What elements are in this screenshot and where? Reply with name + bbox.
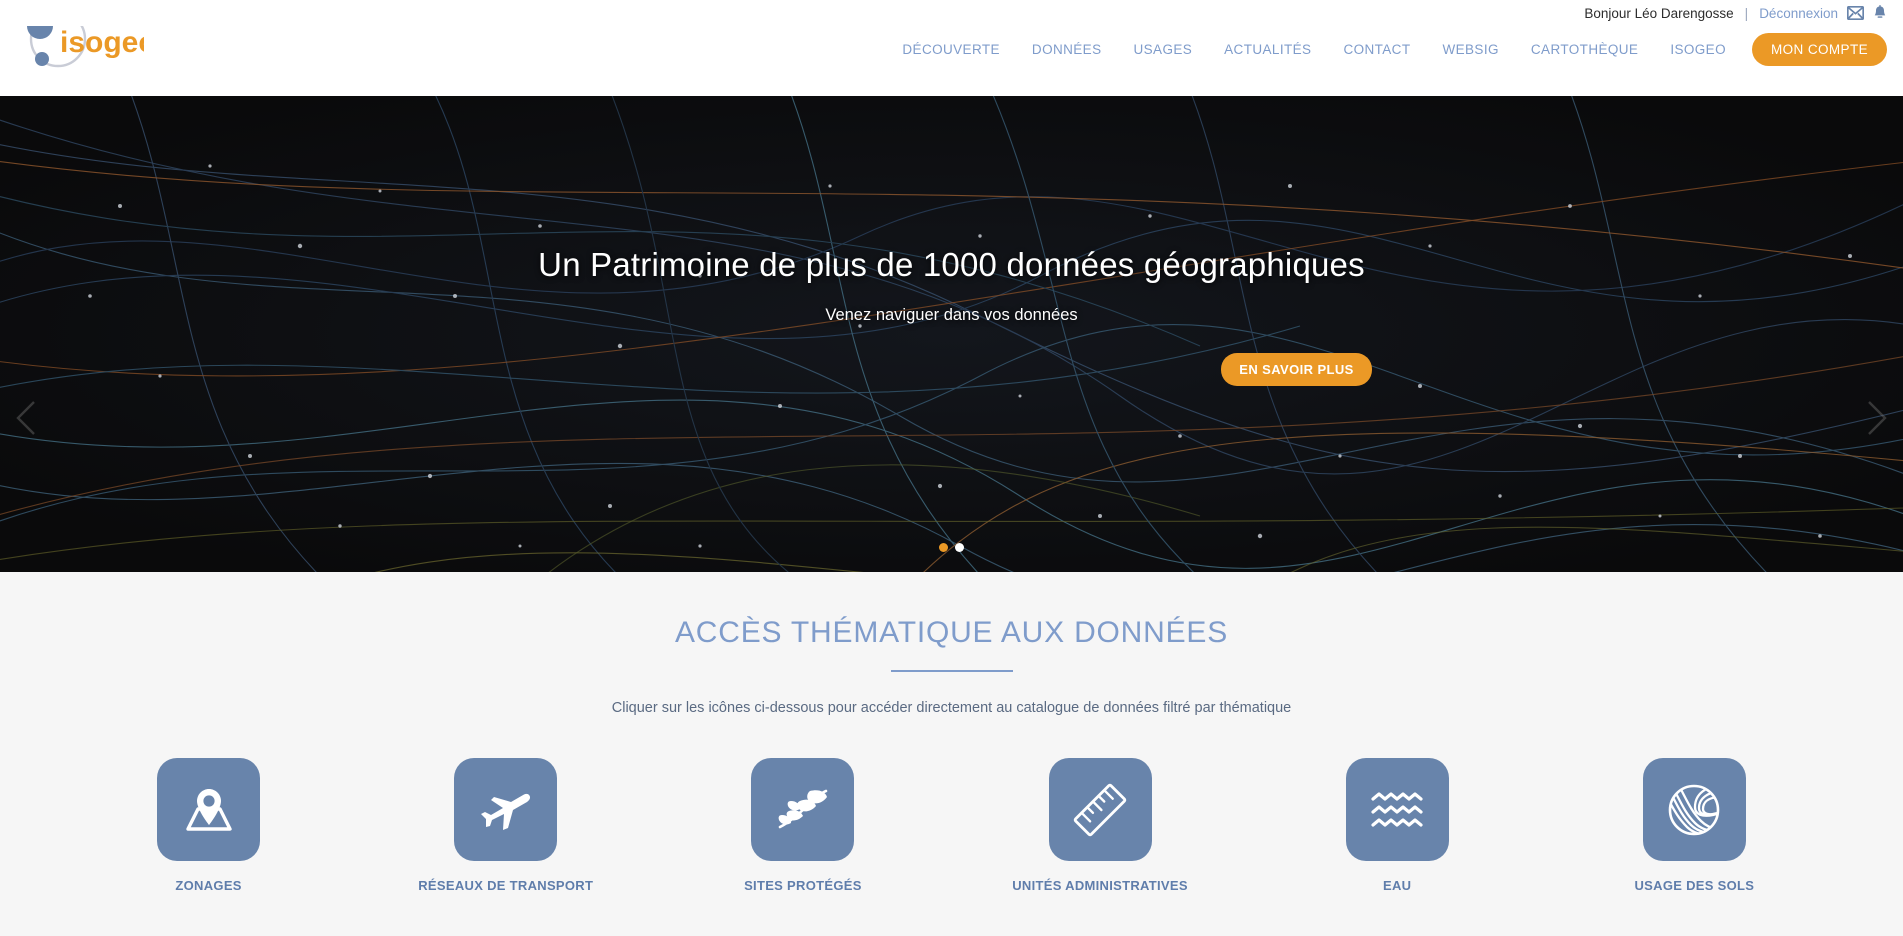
hero-background-network: [0, 96, 1903, 572]
theme-label: SITES PROTÉGÉS: [744, 878, 862, 893]
carousel-indicators: [0, 543, 1903, 552]
theme-item-zonages[interactable]: ZONAGES: [109, 758, 309, 893]
nav-item-decouverte[interactable]: DÉCOUVERTE: [886, 36, 1016, 63]
chevron-left-icon: [16, 401, 35, 435]
theme-label: RÉSEAUX DE TRANSPORT: [418, 878, 594, 893]
main-navigation: DÉCOUVERTE DONNÉES USAGES ACTUALITÉS CON…: [886, 26, 1887, 72]
logo-wordmark: isogeo: [60, 26, 144, 59]
section-title-underline: [890, 670, 1013, 672]
hero-cta-button[interactable]: EN SAVOIR PLUS: [1221, 353, 1372, 386]
nav-item-isogeo[interactable]: ISOGEO: [1654, 36, 1742, 63]
theme-label: USAGE DES SOLS: [1634, 878, 1755, 893]
greeting-text: Bonjour Léo Darengosse: [1584, 5, 1734, 21]
hero-carousel: Un Patrimoine de plus de 1000 données gé…: [0, 96, 1903, 572]
logout-link[interactable]: Déconnexion: [1759, 6, 1838, 21]
theme-tile: [1345, 758, 1449, 861]
nav-item-actualites[interactable]: ACTUALITÉS: [1208, 36, 1327, 63]
chevron-right-icon: [1868, 401, 1887, 435]
theme-label: EAU: [1383, 878, 1412, 893]
theme-tile: [454, 758, 558, 861]
theme-tile: [751, 758, 855, 861]
contour-globe-icon: [1669, 784, 1720, 835]
theme-item-unites-administratives[interactable]: UNITÉS ADMINISTRATIVES: [1000, 758, 1200, 893]
section-title: ACCÈS THÉMATIQUE AUX DONNÉES: [674, 616, 1229, 649]
theme-tile: [1642, 758, 1746, 861]
thematic-access-section: ACCÈS THÉMATIQUE AUX DONNÉES Cliquer sur…: [0, 572, 1903, 936]
section-subtitle: Cliquer sur les icônes ci-dessous pour a…: [611, 700, 1292, 716]
greeting-separator: |: [1744, 5, 1749, 21]
theme-item-eau[interactable]: EAU: [1297, 758, 1497, 893]
theme-item-usage-des-sols[interactable]: USAGE DES SOLS: [1594, 758, 1794, 893]
carousel-dot-1[interactable]: [939, 543, 948, 552]
theme-label: UNITÉS ADMINISTRATIVES: [1012, 878, 1188, 893]
ruler-icon: [1073, 783, 1127, 836]
bell-icon[interactable]: [1873, 5, 1887, 21]
nav-item-websig[interactable]: WEBSIG: [1426, 36, 1514, 63]
nav-item-contact[interactable]: CONTACT: [1327, 36, 1426, 63]
utility-bar: Bonjour Léo Darengosse | Déconnexion: [0, 0, 1903, 26]
carousel-dot-2[interactable]: [955, 543, 964, 552]
map-pin-icon: [185, 788, 232, 831]
waves-icon: [1371, 791, 1423, 827]
site-header: isogeo Bonjour Léo Darengosse | Déconnex…: [0, 0, 1903, 96]
theme-label: ZONAGES: [175, 878, 242, 893]
theme-item-sites-proteges[interactable]: SITES PROTÉGÉS: [703, 758, 903, 893]
nav-item-cartotheque[interactable]: CARTOTHÈQUE: [1515, 36, 1654, 63]
my-account-button[interactable]: MON COMPTE: [1752, 32, 1887, 66]
nav-item-usages[interactable]: USAGES: [1117, 36, 1208, 63]
carousel-next-button[interactable]: [1853, 394, 1897, 442]
nav-item-donnees[interactable]: DONNÉES: [1016, 36, 1118, 63]
theme-tile: [157, 758, 261, 861]
carousel-prev-button[interactable]: [6, 394, 50, 442]
thematic-icon-grid: ZONAGES RÉSEAUX DE TRANSPORT SITES PROTÉ…: [0, 758, 1903, 893]
envelope-icon[interactable]: [1847, 6, 1864, 20]
theme-tile: [1048, 758, 1152, 861]
leaf-branch-icon: [778, 789, 828, 828]
airplane-icon: [480, 793, 530, 830]
theme-item-reseaux-de-transport[interactable]: RÉSEAUX DE TRANSPORT: [406, 758, 606, 893]
